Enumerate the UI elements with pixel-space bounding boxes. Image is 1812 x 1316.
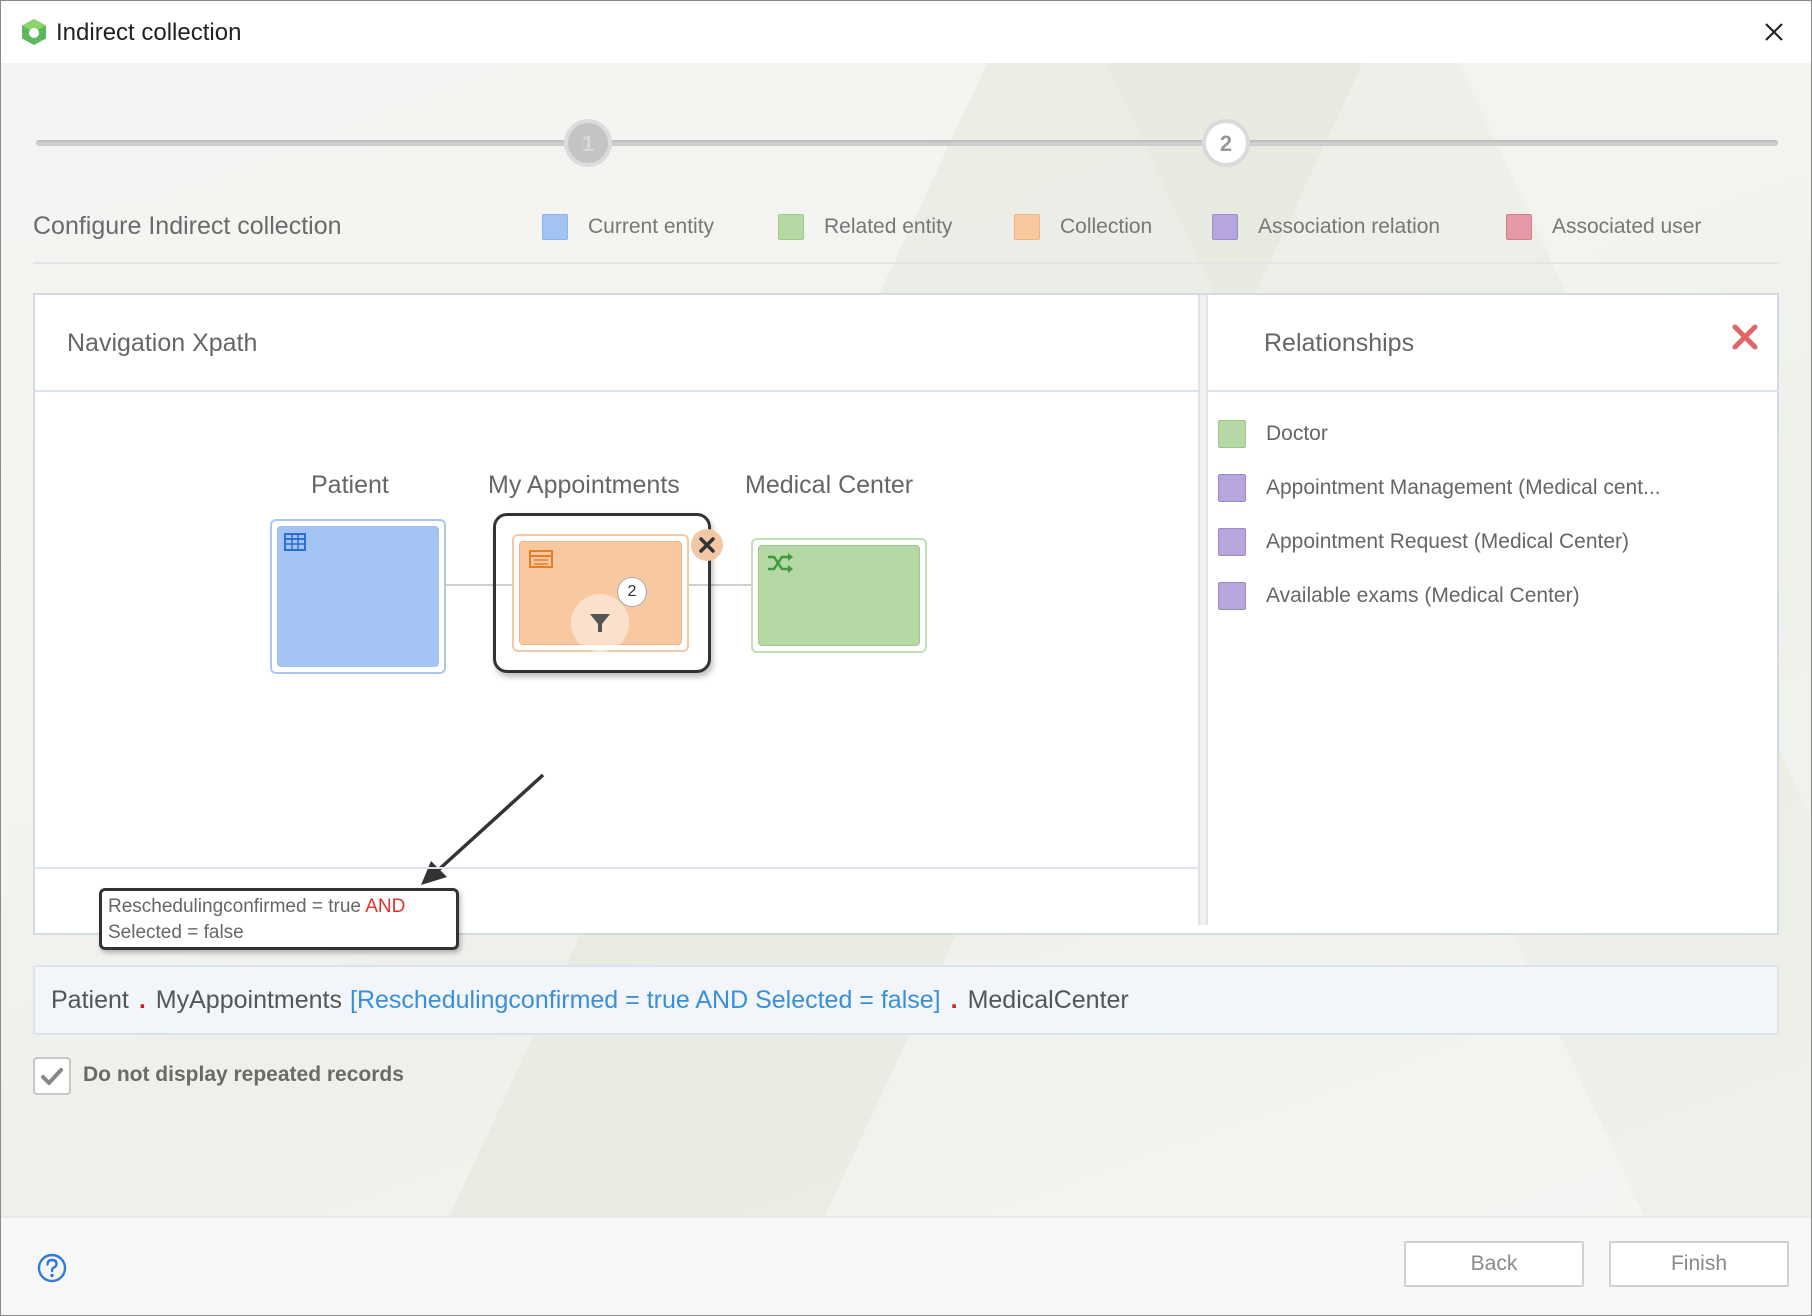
legend-related-entity: Related entity	[778, 212, 952, 242]
xpath-separator: .	[138, 985, 146, 1014]
xpath-part-medical-center: MedicalCenter	[967, 985, 1129, 1014]
step-2[interactable]: 2	[1202, 119, 1250, 167]
navigation-title: Navigation Xpath	[67, 329, 258, 357]
relationship-label: Appointment Request (Medical Center)	[1266, 530, 1630, 553]
window-title: Indirect collection	[56, 19, 242, 46]
close-icon[interactable]	[1755, 13, 1793, 51]
xpath-part-my-appointments: MyAppointments	[155, 985, 342, 1014]
table-icon	[284, 533, 306, 551]
app-logo-icon	[22, 19, 46, 45]
help-icon[interactable]	[37, 1253, 67, 1283]
legend-swatch	[542, 214, 568, 240]
callout-arrow	[421, 773, 545, 885]
legend-swatch	[1506, 214, 1532, 240]
filter-callout: Reschedulingconfirmed = true AND Selecte…	[99, 888, 459, 950]
relationships-title: Relationships	[1264, 329, 1415, 357]
relationships-list: Doctor Appointment Management (Medical c…	[1218, 407, 1768, 623]
xpath-builder-panel: Navigation Xpath Relationships Doctor Ap…	[33, 293, 1779, 950]
filter-button[interactable]	[571, 594, 629, 652]
legend-swatch	[1014, 214, 1040, 240]
relationship-swatch	[1218, 420, 1246, 448]
relationships-header: Relationships	[1208, 295, 1779, 392]
relationship-swatch	[1218, 528, 1246, 556]
callout-condition-1: Reschedulingconfirmed = true	[108, 896, 361, 917]
xpath-part-patient: Patient	[51, 985, 129, 1014]
callout-line-1: Reschedulingconfirmed = true AND	[108, 894, 450, 920]
xpath-condition: [Reschedulingconfirmed = true AND Select…	[350, 985, 941, 1014]
close-relationships-icon[interactable]	[1731, 323, 1759, 351]
relationship-label: Available exams (Medical Center)	[1266, 584, 1580, 607]
legend-swatch	[1212, 214, 1238, 240]
relationship-item-available-exams[interactable]: Available exams (Medical Center)	[1218, 569, 1768, 623]
filter-count-badge: 2	[617, 577, 647, 607]
legend-label: Associated user	[1552, 215, 1702, 238]
back-button[interactable]: Back	[1404, 1241, 1584, 1287]
checkmark-icon	[41, 1068, 63, 1085]
relationship-item-appointment-management[interactable]: Appointment Management (Medical cent...	[1218, 461, 1768, 515]
navigation-header: Navigation Xpath	[35, 295, 1198, 392]
shuffle-icon	[768, 553, 793, 573]
legend-collection: Collection	[1014, 212, 1152, 242]
title-bar: Indirect collection	[1, 1, 1811, 63]
relationship-swatch	[1218, 582, 1246, 610]
entity-label-my-appointments: My Appointments	[488, 471, 680, 499]
entity-node-medical-center[interactable]	[751, 538, 927, 653]
entity-node-patient[interactable]	[270, 519, 446, 674]
stepper-track	[36, 140, 1778, 146]
xpath-expression: Patient . MyAppointments [Reschedulingco…	[33, 965, 1779, 1035]
panel-splitter[interactable]	[1198, 295, 1208, 925]
legend-label: Related entity	[824, 215, 953, 238]
relationship-item-doctor[interactable]: Doctor	[1218, 407, 1768, 461]
relationship-swatch	[1218, 474, 1246, 502]
legend-current-entity: Current entity	[542, 212, 714, 242]
dialog-content: 1 2 Configure Indirect collection Curren…	[1, 63, 1811, 1216]
legend-association-relation: Association relation	[1212, 212, 1440, 242]
remove-icon	[699, 537, 715, 553]
finish-button[interactable]: Finish	[1609, 1241, 1789, 1287]
legend-swatch	[778, 214, 804, 240]
legend-label: Association relation	[1258, 215, 1441, 238]
dialog-window: Indirect collection 1 2 Configure Indire…	[0, 0, 1812, 1316]
callout-condition-2: Selected = false	[108, 922, 244, 943]
entity-label-medical-center: Medical Center	[745, 471, 914, 499]
xpath-separator: .	[950, 985, 958, 1014]
legend-associated-user: Associated user	[1506, 212, 1701, 242]
relationship-label: Appointment Management (Medical cent...	[1266, 476, 1661, 499]
legend-label: Collection	[1060, 215, 1153, 238]
relationship-label: Doctor	[1266, 422, 1328, 445]
dialog-footer: Back Finish	[1, 1216, 1811, 1315]
canvas-divider	[35, 867, 1198, 869]
step-1[interactable]: 1	[564, 119, 612, 167]
no-repeat-label[interactable]: Do not display repeated records	[83, 1063, 404, 1087]
filter-icon	[590, 614, 610, 632]
divider	[33, 262, 1779, 264]
legend-label: Current entity	[588, 215, 715, 238]
no-repeat-checkbox[interactable]	[33, 1057, 71, 1095]
callout-operator: AND	[365, 896, 406, 917]
config-title: Configure Indirect collection	[33, 212, 342, 240]
remove-node-button[interactable]	[691, 529, 723, 561]
entity-label-patient: Patient	[311, 471, 389, 499]
relationship-item-appointment-request[interactable]: Appointment Request (Medical Center)	[1218, 515, 1768, 569]
